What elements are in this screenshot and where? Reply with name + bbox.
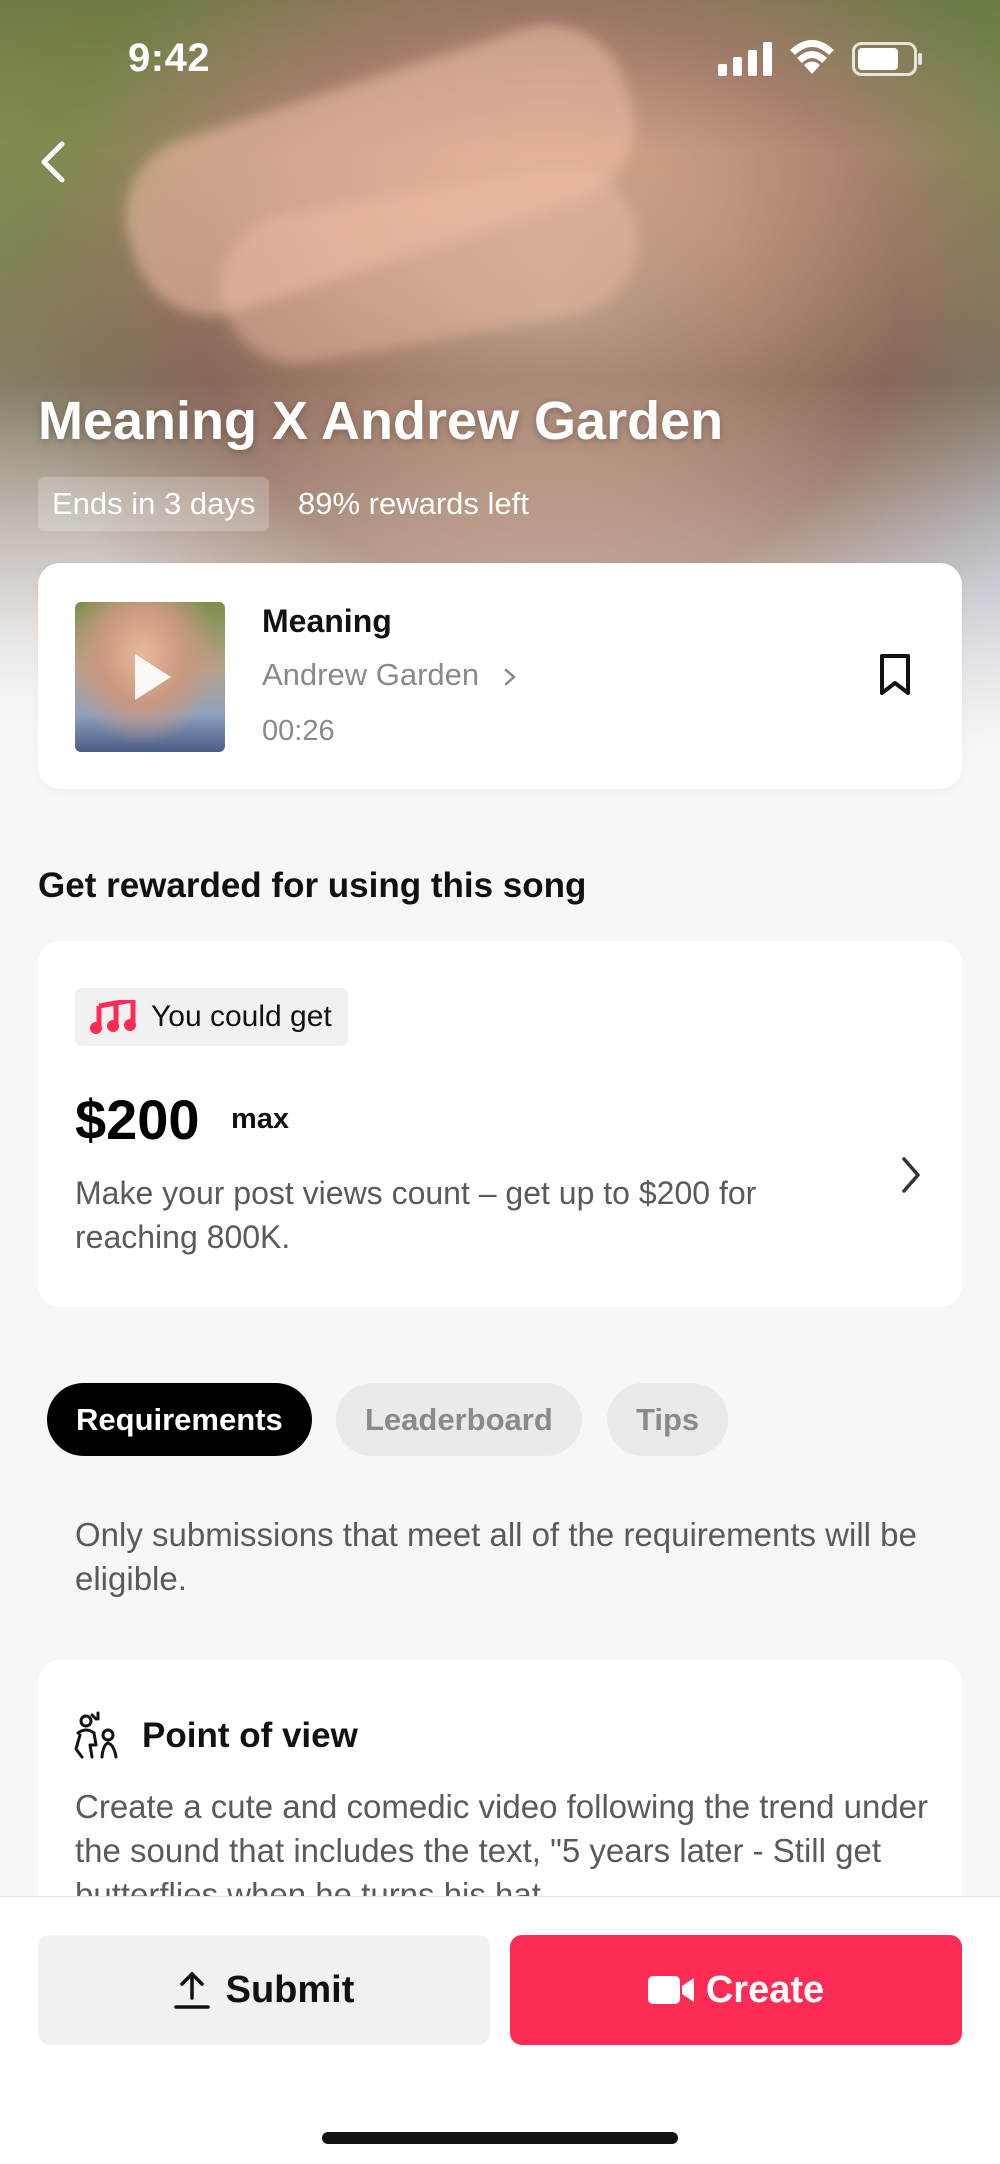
status-bar: 9:42	[0, 0, 1000, 120]
song-artist-link[interactable]: Andrew Garden	[262, 657, 518, 693]
chevron-right-icon	[504, 668, 515, 686]
song-cover[interactable]	[75, 602, 225, 752]
page-title: Meaning X Andrew Garden	[38, 391, 724, 451]
rewards-section-title: Get rewarded for using this song	[38, 866, 587, 905]
point-of-view-title: Point of view	[142, 1716, 358, 1755]
ends-in-badge: Ends in 3 days	[38, 477, 270, 531]
reward-amount: $200	[75, 1088, 200, 1151]
reward-description: Make your post views count – get up to $…	[75, 1175, 757, 1255]
rewards-left-label: 89% rewards left	[298, 486, 529, 521]
play-icon[interactable]	[131, 650, 175, 704]
cellular-signal-icon	[718, 42, 772, 76]
requirements-note: Only submissions that meet all of the re…	[75, 1516, 917, 1597]
upload-icon	[173, 1972, 210, 2009]
video-camera-icon	[647, 1976, 694, 2004]
reward-card[interactable]: You could get $200 max Make your post vi…	[38, 941, 962, 1307]
wifi-icon	[790, 40, 834, 74]
chevron-right-icon[interactable]	[900, 1155, 922, 1195]
point-of-view-icon	[74, 1711, 118, 1759]
bottom-action-bar: Submit Create	[0, 1896, 1000, 2164]
song-duration: 00:26	[262, 715, 335, 747]
submit-label: Submit	[225, 1968, 355, 2011]
create-button[interactable]: Create	[510, 1935, 962, 2045]
could-get-badge: You could get	[75, 988, 348, 1046]
create-label: Create	[705, 1968, 825, 2011]
status-time: 9:42	[128, 36, 211, 80]
back-icon[interactable]	[30, 132, 80, 192]
submit-button[interactable]: Submit	[38, 1935, 490, 2045]
song-title: Meaning	[262, 603, 392, 639]
could-get-label: You could get	[151, 1000, 332, 1033]
tab-tips[interactable]: Tips	[607, 1383, 729, 1456]
music-notes-icon	[90, 1000, 136, 1034]
song-card[interactable]: Meaning Andrew Garden 00:26	[38, 563, 962, 789]
tab-leaderboard[interactable]: Leaderboard	[336, 1383, 582, 1456]
reward-amount-suffix: max	[231, 1103, 290, 1135]
battery-icon	[852, 42, 922, 76]
tab-requirements[interactable]: Requirements	[47, 1383, 312, 1456]
home-indicator	[322, 2132, 678, 2144]
song-artist-name: Andrew Garden	[262, 657, 480, 692]
page: 9:42 Meaning X Andrew Garden Ends in 3 d…	[0, 0, 1000, 2164]
bookmark-icon[interactable]	[877, 653, 913, 697]
